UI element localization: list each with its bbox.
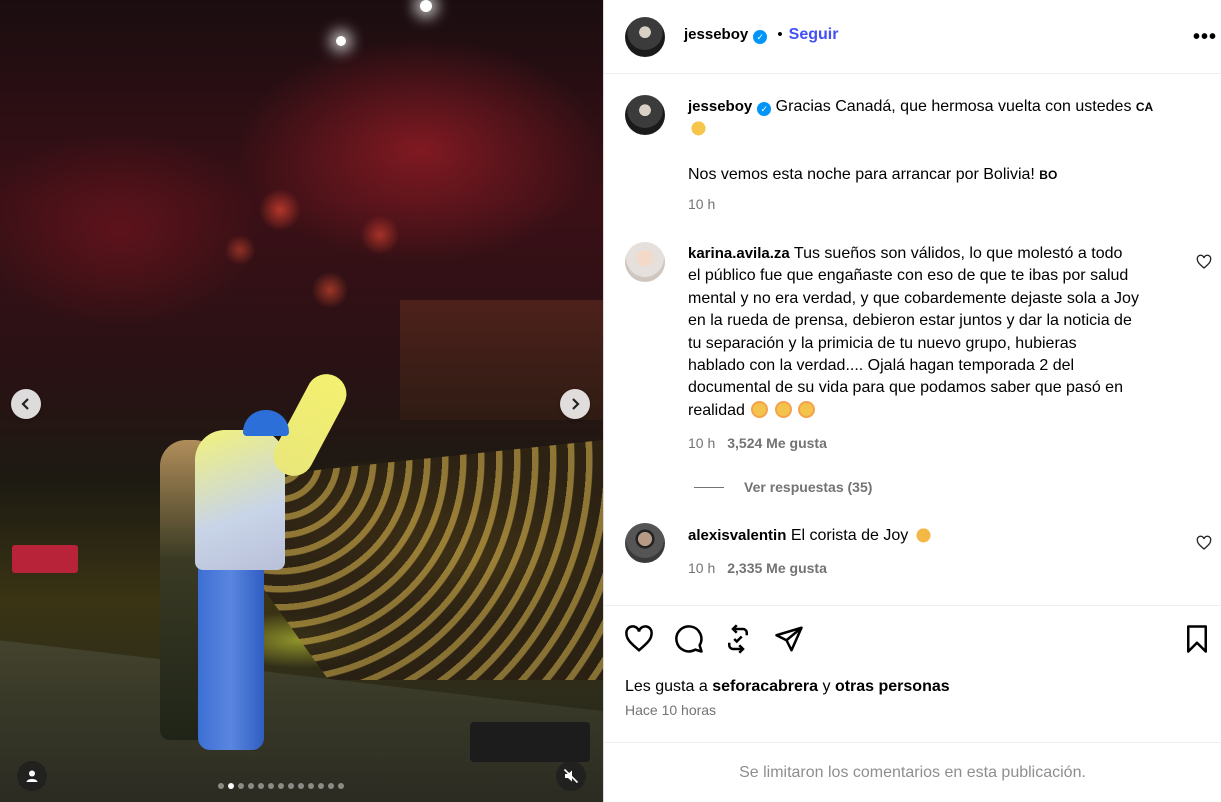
verified-badge-icon: ✓ bbox=[753, 30, 768, 44]
carousel-dot bbox=[258, 783, 264, 789]
caption-line-2: Nos vemos esta noche para arrancar por B… bbox=[688, 166, 1035, 183]
comment-like-count[interactable]: 3,524 Me gusta bbox=[727, 435, 827, 451]
pleading-face-emoji-icon bbox=[774, 400, 792, 418]
performer-cap bbox=[243, 410, 289, 436]
comment-like-count[interactable]: 2,335 Me gusta bbox=[727, 560, 827, 576]
performer-man-legs bbox=[198, 560, 264, 750]
view-replies-label: Ver respuestas (35) bbox=[744, 479, 873, 495]
carousel-dot bbox=[318, 783, 324, 789]
heart-hands-emoji-icon bbox=[690, 119, 707, 137]
carousel-dot bbox=[298, 783, 304, 789]
muted-speaker-icon bbox=[563, 768, 579, 784]
likes-joiner: y bbox=[822, 678, 831, 695]
repost-icon[interactable] bbox=[723, 624, 753, 654]
comments-limited-notice: Se limitaron los comentarios en esta pub… bbox=[604, 742, 1221, 802]
separator-dot: • bbox=[777, 26, 783, 43]
comment-time[interactable]: 10 h bbox=[688, 560, 715, 576]
clapping-hands-emoji-icon bbox=[914, 526, 932, 543]
more-options-button[interactable]: ••• bbox=[1193, 26, 1217, 49]
carousel-dot bbox=[338, 783, 344, 789]
comment-time[interactable]: 10 h bbox=[688, 435, 715, 451]
canada-flag-icon: CA bbox=[1135, 100, 1154, 114]
post-header: jesseboy ✓ • Seguir ••• bbox=[604, 0, 1221, 74]
performer-man bbox=[195, 430, 285, 570]
stage-light bbox=[336, 36, 346, 46]
carousel-dot bbox=[238, 783, 244, 789]
comment-line: el público fue que engañaste con eso de … bbox=[688, 267, 1129, 285]
stage-light bbox=[420, 0, 432, 12]
caption-line-2-wrap: Nos vemos esta noche para arrancar por B… bbox=[688, 164, 1057, 186]
user-tag-icon bbox=[26, 770, 38, 782]
keyboard-instrument bbox=[12, 545, 78, 573]
comment-text: El corista de Joy bbox=[790, 527, 909, 544]
commenter-avatar[interactable] bbox=[625, 523, 665, 563]
bookmark-icon[interactable] bbox=[1182, 624, 1212, 654]
carousel-dot bbox=[268, 783, 274, 789]
bolivia-flag-icon: BO bbox=[1039, 168, 1058, 182]
comments-list[interactable]: jesseboy ✓ Gracias Canadá, que hermosa vu… bbox=[604, 75, 1221, 605]
carousel-dot bbox=[278, 783, 284, 789]
comment-meta: 10 h 2,335 Me gusta bbox=[688, 560, 827, 576]
carousel-dot bbox=[248, 783, 254, 789]
comment-line: mental y no era verdad, y que cobardemen… bbox=[688, 289, 1139, 307]
carousel-dot bbox=[328, 783, 334, 789]
pleading-face-emoji-icon bbox=[798, 400, 816, 418]
caption-username[interactable]: jesseboy bbox=[688, 98, 752, 115]
tagged-users-button[interactable] bbox=[17, 761, 47, 791]
follow-button[interactable]: Seguir bbox=[789, 26, 839, 43]
concert-crowd bbox=[260, 440, 603, 680]
share-icon[interactable] bbox=[774, 624, 804, 654]
post-side-panel: jesseboy ✓ • Seguir ••• jesseboy ✓ Gracias … bbox=[603, 0, 1221, 802]
likes-user-link[interactable]: seforacabrera bbox=[712, 678, 818, 695]
comment-line: tu separación y la primicia de tu nuevo … bbox=[688, 334, 1077, 352]
comment-body: karina.avila.za Tus sueños son válidos, … bbox=[688, 243, 1188, 422]
comment-line: documental de su vida para que podamos s… bbox=[688, 379, 1123, 397]
carousel-dot bbox=[308, 783, 314, 789]
author-avatar[interactable] bbox=[625, 17, 665, 57]
carousel-dot bbox=[288, 783, 294, 789]
comment-like-heart-icon[interactable] bbox=[1196, 535, 1212, 551]
carousel-dot bbox=[218, 783, 224, 789]
comment-line: hablado con la verdad.... Ojalá hagan te… bbox=[688, 357, 1075, 375]
carousel-next-button[interactable] bbox=[560, 389, 590, 419]
author-username[interactable]: jesseboy bbox=[684, 26, 748, 43]
likes-others-link[interactable]: otras personas bbox=[835, 678, 950, 695]
comment-meta: 10 h 3,524 Me gusta bbox=[688, 435, 827, 451]
comment-icon[interactable] bbox=[674, 624, 704, 654]
comment-line: Tus sueños son válidos, lo que molestó a… bbox=[793, 245, 1123, 262]
post-media[interactable] bbox=[0, 0, 603, 802]
heart-icon[interactable] bbox=[624, 624, 654, 654]
caption-author-avatar[interactable] bbox=[625, 95, 665, 135]
verified-badge-icon: ✓ bbox=[757, 102, 772, 116]
likes-prefix: Les gusta a bbox=[625, 678, 708, 695]
replies-divider bbox=[694, 486, 724, 488]
post-timestamp[interactable]: Hace 10 horas bbox=[625, 702, 716, 718]
chevron-left-icon bbox=[21, 398, 29, 410]
comment-line: realidad bbox=[688, 401, 745, 419]
comment-line: en la rueda de prensa, debieron estar ju… bbox=[688, 312, 1132, 330]
caption-line-1: Gracias Canadá, que hermosa vuelta con u… bbox=[775, 98, 1132, 115]
comment-username[interactable]: karina.avila.za bbox=[688, 245, 790, 262]
caption-time[interactable]: 10 h bbox=[688, 196, 715, 212]
carousel-prev-button[interactable] bbox=[11, 389, 41, 419]
comment-username[interactable]: alexisvalentin bbox=[688, 527, 786, 544]
view-replies-button[interactable]: Ver respuestas (35) bbox=[694, 479, 872, 495]
carousel-dots bbox=[218, 783, 344, 789]
likes-summary: Les gusta a seforacabrera y otras person… bbox=[625, 678, 950, 696]
carousel-dot bbox=[228, 783, 234, 789]
chevron-right-icon bbox=[572, 398, 580, 410]
pedalboard bbox=[470, 722, 590, 762]
mute-toggle-button[interactable] bbox=[556, 761, 586, 791]
pleading-face-emoji-icon bbox=[751, 400, 769, 418]
post-actions: Les gusta a seforacabrera y otras person… bbox=[604, 605, 1221, 741]
commenter-avatar[interactable] bbox=[625, 242, 665, 282]
comment-like-heart-icon[interactable] bbox=[1196, 254, 1212, 270]
caption-block: jesseboy ✓ Gracias Canadá, que hermosa vu… bbox=[688, 96, 1198, 141]
header-author-row: jesseboy ✓ • Seguir bbox=[684, 26, 838, 44]
comment-body: alexisvalentin El corista de Joy bbox=[688, 525, 932, 547]
